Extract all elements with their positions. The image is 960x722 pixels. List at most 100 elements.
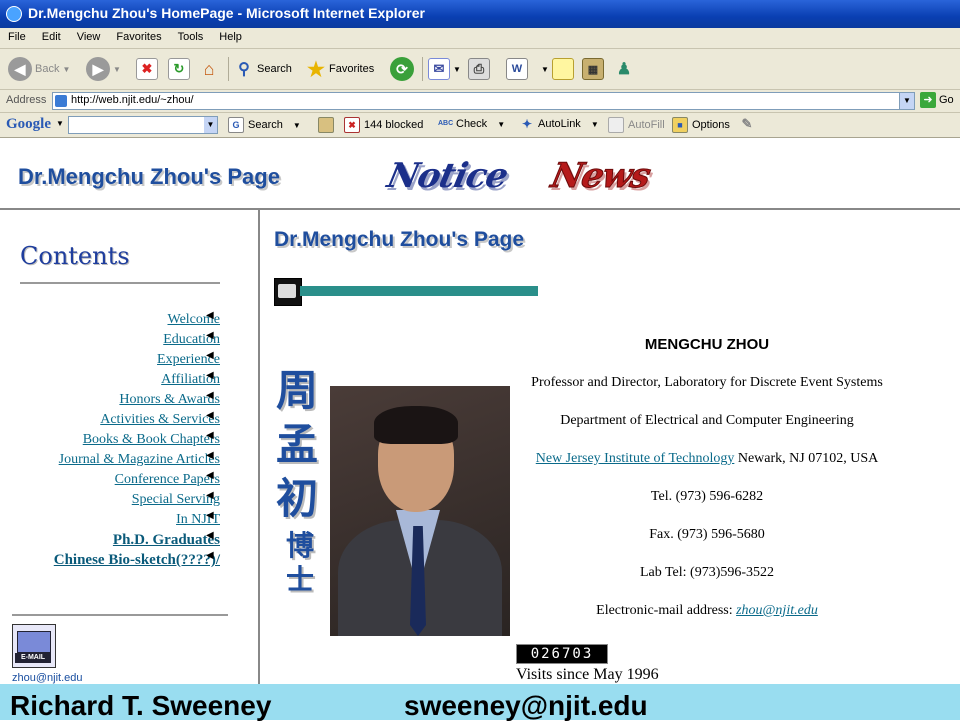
back-button[interactable]: ◀ Back ▼: [8, 55, 70, 83]
contents-title: Contents: [20, 242, 130, 270]
chevron-down-icon[interactable]: ▼: [204, 117, 217, 133]
word-icon: W: [506, 58, 528, 80]
visits-text: Visits since May 1996: [516, 666, 659, 683]
pencil-icon: ✎: [741, 116, 753, 131]
chevron-down-icon: ▼: [541, 64, 549, 74]
triangle-left-icon: ◀: [206, 310, 214, 321]
triangle-left-icon: ◀: [206, 410, 214, 421]
standard-toolbar: ◀ Back ▼ ▶ ▼ ✖ ↻ ⌂ ⚲ Search ★ Favorites …: [0, 49, 960, 90]
sidebar: Contents Welcome Education Experience Af…: [0, 210, 260, 684]
email-icon[interactable]: E-MAIL: [12, 624, 56, 668]
google-g-icon: G: [228, 117, 244, 133]
chevron-down-icon: ▼: [292, 120, 301, 130]
nav-education[interactable]: Education: [54, 330, 220, 350]
home-button[interactable]: ⌂: [199, 55, 219, 83]
forward-button[interactable]: ▶ ▼: [86, 55, 121, 83]
history-button[interactable]: ⟳: [390, 55, 414, 83]
address-input[interactable]: [71, 93, 891, 107]
nav-conference-papers[interactable]: Conference Papers: [54, 470, 220, 490]
menu-tools[interactable]: Tools: [170, 28, 212, 46]
news-button[interactable]: [318, 117, 334, 133]
triangle-left-icon: ◀: [206, 350, 214, 361]
spellcheck-icon: ABC: [438, 120, 454, 127]
triangle-left-icon: ◀: [206, 530, 214, 541]
popup-blocker-button[interactable]: ✖ 144 blocked: [344, 117, 423, 133]
address-field[interactable]: [52, 92, 902, 110]
address-dropdown-icon[interactable]: ▼: [899, 92, 915, 110]
nav-experience[interactable]: Experience: [54, 350, 220, 370]
menu-favorites[interactable]: Favorites: [108, 28, 169, 46]
teal-divider: [300, 286, 538, 296]
stop-button[interactable]: ✖: [136, 55, 158, 83]
triangle-left-icon: ◀: [206, 490, 214, 501]
chevron-down-icon: ▼: [62, 64, 71, 74]
menu-bar: File Edit View Favorites Tools Help: [0, 28, 960, 49]
menu-help[interactable]: Help: [211, 28, 250, 46]
triangle-left-icon: ◀: [206, 510, 214, 521]
search-icon: ⚲: [238, 61, 250, 78]
autolink-icon: ✦: [521, 117, 533, 131]
contact-info: MENGCHU ZHOU Professor and Director, Lab…: [512, 336, 902, 639]
research-button[interactable]: ▦: [582, 55, 604, 83]
author-name: Richard T. Sweeney: [10, 690, 272, 721]
search-button[interactable]: ⚲ Search: [234, 55, 292, 83]
google-search-input[interactable]: ▼: [68, 116, 218, 134]
highlight-button[interactable]: ✎: [740, 117, 754, 131]
messenger-button[interactable]: ♟: [614, 55, 634, 83]
email-link[interactable]: zhou@njit.edu: [736, 603, 818, 618]
refresh-button[interactable]: ↻: [168, 55, 190, 83]
mail-button[interactable]: ✉ ▼: [428, 55, 461, 83]
chevron-down-icon[interactable]: ▼: [56, 119, 64, 128]
menu-view[interactable]: View: [69, 28, 109, 46]
favorites-button[interactable]: ★ Favorites: [306, 55, 374, 83]
title-bar[interactable]: Dr.Mengchu Zhou's HomePage - Microsoft I…: [0, 0, 960, 28]
printer-icon: ⎙: [468, 58, 490, 80]
sidebar-email[interactable]: zhou@njit.edu: [12, 672, 83, 684]
print-button[interactable]: ⎙: [468, 55, 490, 83]
options-icon: ■: [672, 117, 688, 133]
header-frame: Dr.Mengchu Zhou's Page Notice News: [0, 138, 960, 210]
google-search-button[interactable]: G Search ▼: [228, 117, 301, 133]
nav-list: Welcome Education Experience Affiliation…: [54, 310, 220, 570]
note-icon: [552, 58, 574, 80]
nav-special-serving[interactable]: Special Serving: [54, 490, 220, 510]
popup-blocker-icon: ✖: [344, 117, 360, 133]
notice-logo[interactable]: Notice: [384, 156, 511, 196]
star-icon: ★: [307, 58, 325, 81]
discuss-button[interactable]: [552, 55, 574, 83]
menu-file[interactable]: File: [0, 28, 34, 46]
news-logo[interactable]: News: [547, 156, 654, 197]
menu-edit[interactable]: Edit: [34, 28, 69, 46]
person-name: MENGCHU ZHOU: [644, 336, 770, 353]
options-button[interactable]: ■ Options: [672, 117, 730, 133]
email-line: Electronic-mail address: zhou@njit.edu: [596, 603, 818, 618]
nav-chinese-bio[interactable]: Chinese Bio-sketch(????)/: [54, 550, 220, 570]
nav-books-chapters[interactable]: Books & Book Chapters: [54, 430, 220, 450]
google-toolbar: Google ▼ ▼ G Search ▼ ✖ 144 blocked ABC …: [0, 113, 960, 138]
google-logo[interactable]: Google: [6, 116, 51, 133]
main-content: Dr.Mengchu Zhou's Page 周 孟 初 博 士 MENGCHU…: [262, 210, 960, 684]
history-icon: ⟳: [390, 57, 414, 81]
nav-affiliation[interactable]: Affiliation: [54, 370, 220, 390]
spell-check-button[interactable]: ABC Check ▼: [438, 117, 505, 131]
institute-link[interactable]: New Jersey Institute of Technology: [536, 451, 735, 466]
nav-journal-articles[interactable]: Journal & Magazine Articles: [54, 450, 220, 470]
autofill-icon: [608, 117, 624, 133]
tel: Tel. (973) 596-6282: [650, 489, 764, 504]
home-icon: ⌂: [203, 58, 215, 79]
book-icon: [274, 278, 302, 306]
nav-welcome[interactable]: Welcome: [54, 310, 220, 330]
autolink-button[interactable]: ✦ AutoLink ▼: [520, 117, 599, 131]
nav-honors-awards[interactable]: Honors & Awards: [54, 390, 220, 410]
triangle-left-icon: ◀: [206, 330, 214, 341]
nav-phd-graduates[interactable]: Ph.D. Graduates: [54, 530, 220, 550]
nav-in-njit[interactable]: In NJIT: [54, 510, 220, 530]
nav-activities-services[interactable]: Activities & Services: [54, 410, 220, 430]
page-icon: [55, 95, 67, 107]
edit-button[interactable]: W ▼: [506, 55, 549, 83]
author-email: sweeney@njit.edu: [404, 690, 648, 721]
go-button[interactable]: ➜ Go: [920, 92, 954, 108]
autofill-button[interactable]: AutoFill: [608, 117, 665, 133]
triangle-left-icon: ◀: [206, 450, 214, 461]
lab-tel: Lab Tel: (973)596-3522: [639, 565, 775, 580]
